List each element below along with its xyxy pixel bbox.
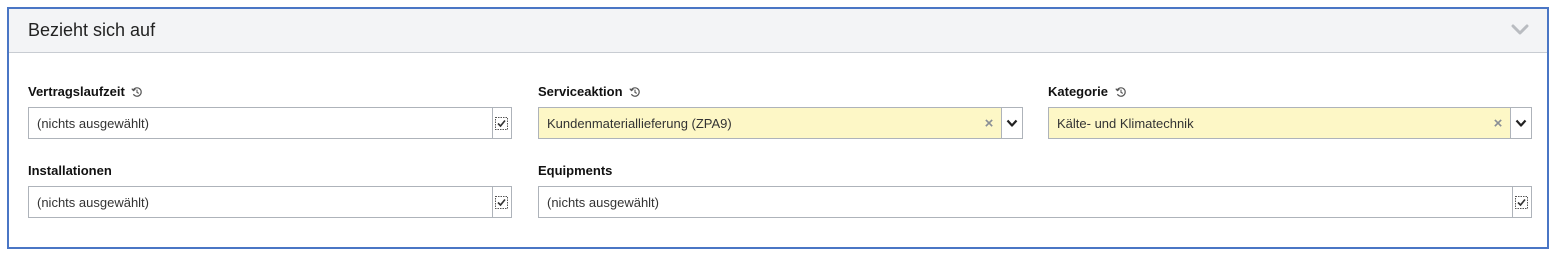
checklist-icon [495,117,508,130]
serviceaktion-dropdown-button[interactable] [1001,108,1022,138]
equipments-picker-button[interactable] [1512,187,1531,217]
clear-icon[interactable]: × [1491,115,1505,132]
vertragslaufzeit-picker-button[interactable] [492,108,511,138]
history-icon[interactable] [629,86,641,98]
panel-header[interactable]: Bezieht sich auf [9,9,1547,53]
vertragslaufzeit-label: Vertragslaufzeit [28,83,143,99]
checklist-icon [1515,196,1528,209]
chevron-down-icon [1006,119,1018,127]
equipments-label: Equipments [538,163,613,179]
checklist-icon [495,196,508,209]
installationen-picker-button[interactable] [492,187,511,217]
serviceaktion-value: Kundenmateriallieferung (ZPA9) [547,116,732,131]
installationen-value: (nichts ausgewählt) [37,195,149,210]
panel-title: Bezieht sich auf [28,20,156,40]
kategorie-field[interactable]: Kälte- und Klimatechnik × [1048,107,1532,139]
chevron-down-icon [1515,119,1527,127]
vertragslaufzeit-field[interactable]: (nichts ausgewählt) [28,107,512,139]
kategorie-value: Kälte- und Klimatechnik [1057,116,1194,131]
equipments-field[interactable]: (nichts ausgewählt) [538,186,1532,218]
clear-icon[interactable]: × [982,115,996,132]
kategorie-dropdown-button[interactable] [1510,108,1531,138]
equipments-value: (nichts ausgewählt) [547,195,659,210]
history-icon[interactable] [131,86,143,98]
serviceaktion-field[interactable]: Kundenmateriallieferung (ZPA9) × [538,107,1023,139]
serviceaktion-label: Serviceaktion [538,83,641,99]
chevron-down-icon[interactable] [1511,23,1529,37]
kategorie-label: Kategorie [1048,83,1127,99]
related-to-panel: Bezieht sich auf Vertragslaufzeit (nicht… [7,7,1549,249]
history-icon[interactable] [1114,86,1127,98]
installationen-label: Installationen [28,163,112,179]
vertragslaufzeit-value: (nichts ausgewählt) [37,116,149,131]
installationen-field[interactable]: (nichts ausgewählt) [28,186,512,218]
